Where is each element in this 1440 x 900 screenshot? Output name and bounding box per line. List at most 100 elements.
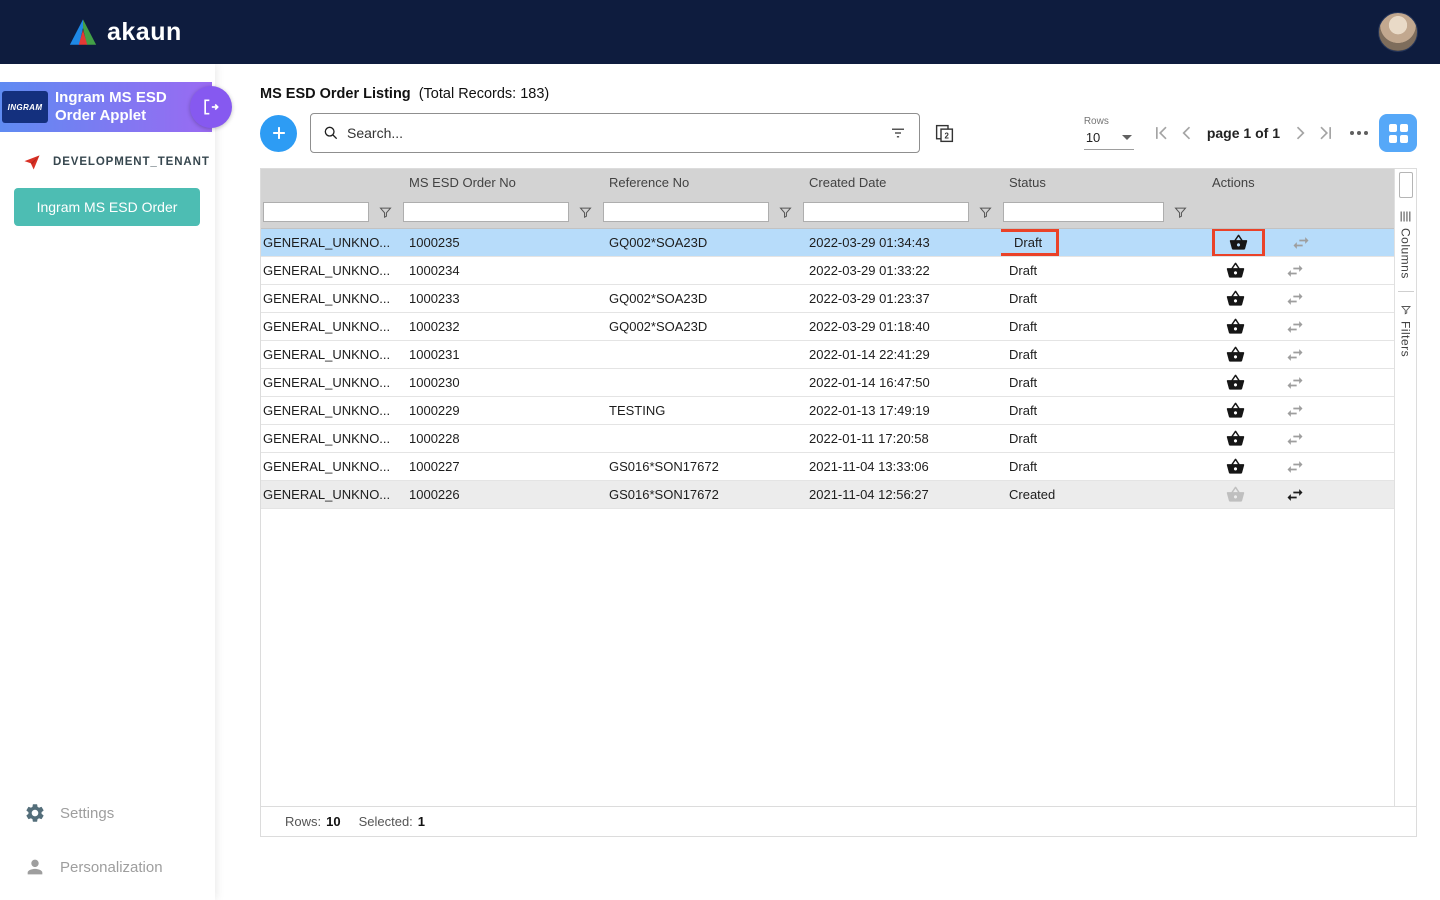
cart-button[interactable] xyxy=(1212,399,1259,422)
table-row[interactable]: GENERAL_UNKNO... 1000230 2022-01-14 16:4… xyxy=(261,369,1394,397)
table-row[interactable]: GENERAL_UNKNO... 1000228 2022-01-11 17:2… xyxy=(261,425,1394,453)
rows-label: Rows xyxy=(1084,116,1134,127)
cell-entity: GENERAL_UNKNO... xyxy=(261,425,401,452)
filters-tab[interactable]: Filters xyxy=(1399,304,1413,357)
grid-icon xyxy=(1389,124,1408,143)
cart-button[interactable] xyxy=(1212,229,1265,256)
cell-reference-no: GQ002*SOA23D xyxy=(601,285,801,312)
swap-button[interactable] xyxy=(1285,429,1305,449)
cell-created-date: 2022-01-13 17:49:19 xyxy=(801,397,1001,424)
search-icon xyxy=(323,125,339,141)
filter-funnel-icon-status[interactable] xyxy=(1173,205,1188,220)
swap-button[interactable] xyxy=(1285,373,1305,393)
duplicate-pages-button[interactable]: 2 xyxy=(934,123,955,144)
filter-funnel-icon-reference-no[interactable] xyxy=(778,205,793,220)
cart-button[interactable] xyxy=(1212,343,1259,366)
cell-order-no: 1000230 xyxy=(401,369,601,396)
cell-created-date: 2022-01-14 22:41:29 xyxy=(801,341,1001,368)
module-button[interactable]: Ingram MS ESD Order xyxy=(14,188,200,226)
filter-funnel-icon-created-date[interactable] xyxy=(978,205,993,220)
cell-order-no: 1000226 xyxy=(401,481,601,508)
toolbar: 2 Rows 10 page 1 of 1 xyxy=(260,111,1417,155)
cart-icon xyxy=(1226,289,1245,308)
rows-per-page-select[interactable]: Rows 10 xyxy=(1084,116,1134,150)
exit-applet-button[interactable] xyxy=(190,86,232,128)
filter-funnel-icon-entity[interactable] xyxy=(378,205,393,220)
swap-button[interactable] xyxy=(1285,289,1305,309)
settings-label: Settings xyxy=(60,805,114,822)
filter-input-entity[interactable] xyxy=(263,202,369,222)
cart-button[interactable] xyxy=(1212,483,1259,506)
table-row[interactable]: GENERAL_UNKNO... 1000229 TESTING 2022-01… xyxy=(261,397,1394,425)
table-row[interactable]: GENERAL_UNKNO... 1000226 GS016*SON17672 … xyxy=(261,481,1394,509)
table-row[interactable]: GENERAL_UNKNO... 1000233 GQ002*SOA23D 20… xyxy=(261,285,1394,313)
filter-input-order-no[interactable] xyxy=(403,202,569,222)
sidebar-item-settings[interactable]: Settings xyxy=(24,802,114,824)
swap-button[interactable] xyxy=(1285,401,1305,421)
cell-reference-no xyxy=(601,425,801,452)
swap-button[interactable] xyxy=(1285,261,1305,281)
dot-icon xyxy=(1357,131,1361,135)
swap-button[interactable] xyxy=(1285,345,1305,365)
status-value: Draft xyxy=(1009,260,1037,281)
table-row[interactable]: GENERAL_UNKNO... 1000235 GQ002*SOA23D 20… xyxy=(261,229,1394,257)
cell-entity: GENERAL_UNKNO... xyxy=(261,453,401,480)
cell-order-no: 1000231 xyxy=(401,341,601,368)
filter-funnel-icon-order-no[interactable] xyxy=(578,205,593,220)
cell-order-no: 1000229 xyxy=(401,397,601,424)
more-options-button[interactable] xyxy=(1350,131,1368,135)
search-input[interactable] xyxy=(347,125,881,141)
scrollbar-thumb[interactable] xyxy=(1399,172,1413,198)
header-entity xyxy=(261,169,401,196)
cart-button[interactable] xyxy=(1212,455,1259,478)
applet-button[interactable]: INGRAM Ingram MS ESD Order Applet xyxy=(0,82,212,132)
sidebar-item-personalization[interactable]: Personalization xyxy=(24,856,163,878)
cart-button[interactable] xyxy=(1212,259,1259,282)
cart-icon xyxy=(1226,373,1245,392)
columns-tab[interactable]: Columns xyxy=(1399,210,1413,279)
cart-icon xyxy=(1226,345,1245,364)
cell-status: Draft xyxy=(1001,397,1196,424)
caret-down-icon xyxy=(1122,135,1132,140)
cell-order-no: 1000235 xyxy=(401,229,601,256)
filter-input-status[interactable] xyxy=(1003,202,1164,222)
cell-status: Draft xyxy=(1001,313,1196,340)
table-row[interactable]: GENERAL_UNKNO... 1000227 GS016*SON17672 … xyxy=(261,453,1394,481)
cell-status: Draft xyxy=(1001,425,1196,452)
cart-button[interactable] xyxy=(1212,287,1259,310)
next-page-button[interactable] xyxy=(1287,123,1313,143)
swap-button[interactable] xyxy=(1285,317,1305,337)
footer-rows-value: 10 xyxy=(326,814,340,829)
first-page-button[interactable] xyxy=(1148,123,1174,143)
swap-button[interactable] xyxy=(1285,457,1305,477)
filter-input-reference-no[interactable] xyxy=(603,202,769,222)
page-of-label: of xyxy=(1255,125,1268,141)
page-total: 1 xyxy=(1272,125,1280,141)
cart-icon xyxy=(1226,429,1245,448)
cell-entity: GENERAL_UNKNO... xyxy=(261,481,401,508)
grid-view-button[interactable] xyxy=(1379,114,1417,152)
cart-button[interactable] xyxy=(1212,427,1259,450)
cart-button[interactable] xyxy=(1212,315,1259,338)
add-button[interactable] xyxy=(260,115,297,152)
swap-icon xyxy=(1285,485,1305,505)
swap-button[interactable] xyxy=(1291,233,1311,253)
cart-button[interactable] xyxy=(1212,371,1259,394)
avatar[interactable] xyxy=(1378,12,1418,52)
swap-icon xyxy=(1285,317,1305,337)
swap-icon xyxy=(1285,261,1305,281)
table-row[interactable]: GENERAL_UNKNO... 1000231 2022-01-14 22:4… xyxy=(261,341,1394,369)
last-page-button[interactable] xyxy=(1313,123,1339,143)
prev-page-button[interactable] xyxy=(1174,123,1200,143)
swap-button[interactable] xyxy=(1285,485,1305,505)
cell-order-no: 1000233 xyxy=(401,285,601,312)
filter-list-icon[interactable] xyxy=(889,124,907,142)
table-row[interactable]: GENERAL_UNKNO... 1000234 2022-03-29 01:3… xyxy=(261,257,1394,285)
cell-created-date: 2021-11-04 13:33:06 xyxy=(801,453,1001,480)
tenant-row[interactable]: DEVELOPMENT_TENANT xyxy=(22,152,210,172)
footer-selected-value: 1 xyxy=(418,814,425,829)
table-row[interactable]: GENERAL_UNKNO... 1000232 GQ002*SOA23D 20… xyxy=(261,313,1394,341)
filter-input-created-date[interactable] xyxy=(803,202,969,222)
header-reference-no: Reference No xyxy=(601,169,801,196)
cell-created-date: 2021-11-04 12:56:27 xyxy=(801,481,1001,508)
